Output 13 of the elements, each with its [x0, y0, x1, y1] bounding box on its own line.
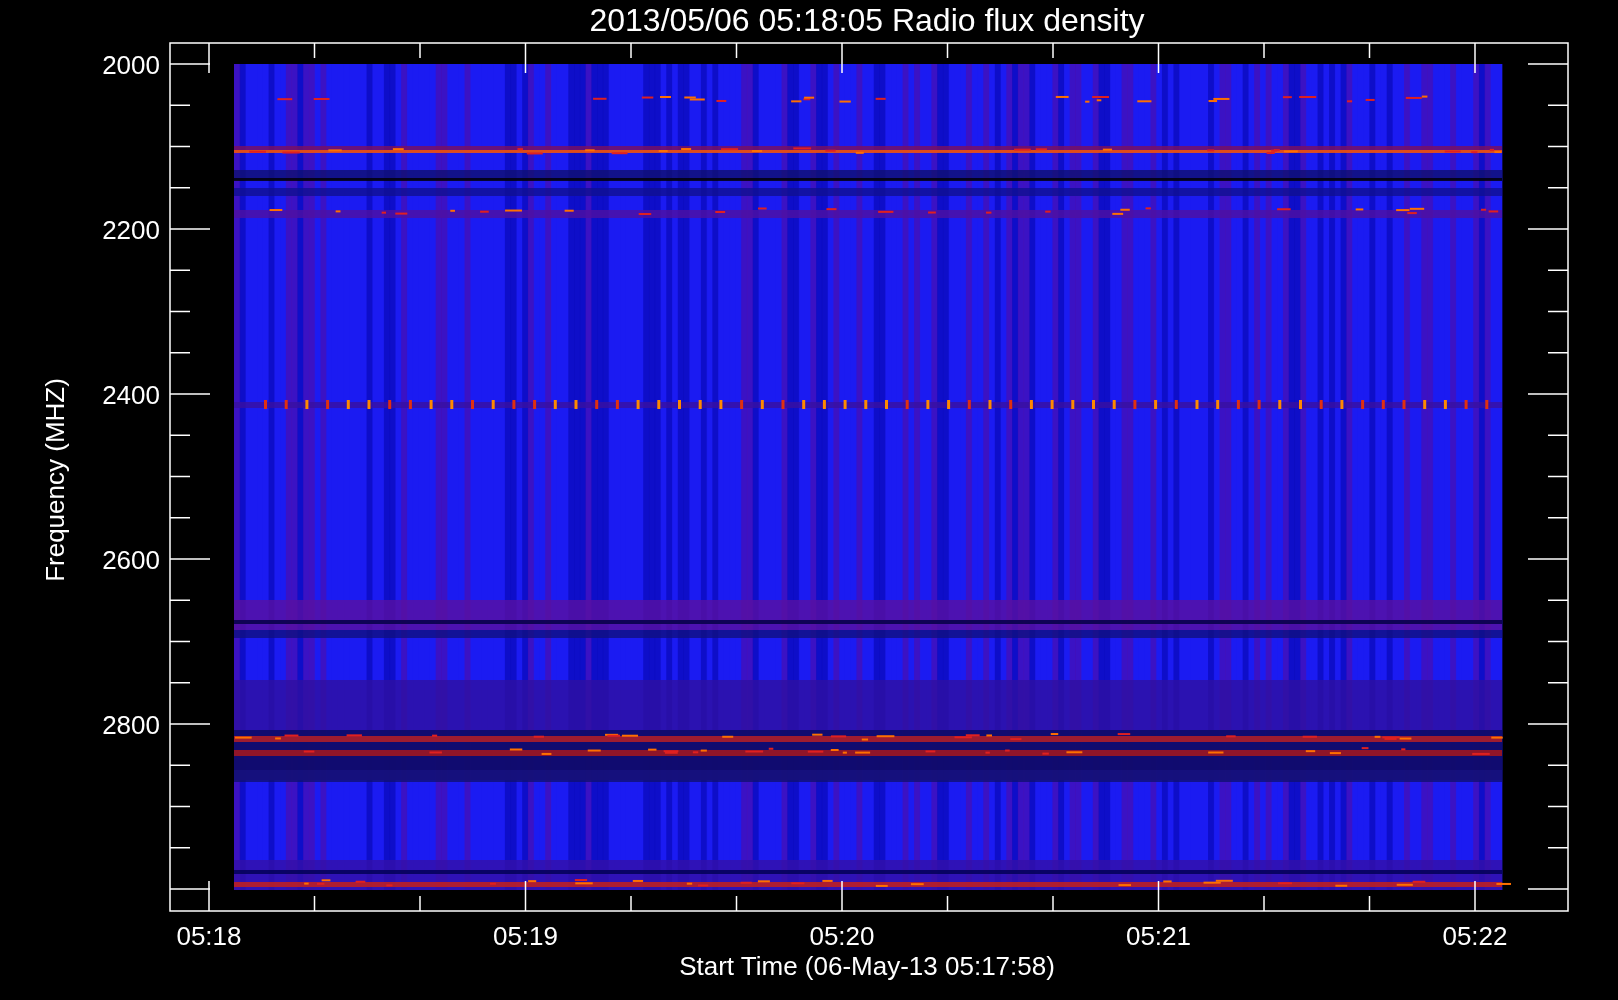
tick-label: 2000 — [102, 50, 160, 80]
axis-title: Start Time (06-May-13 05:17:58) — [679, 951, 1055, 981]
tick-label: 2400 — [102, 380, 160, 410]
tick-label: 2200 — [102, 215, 160, 245]
chart-title: 2013/05/06 05:18:05 Radio flux density — [589, 2, 1145, 38]
tick-label: 05:18 — [176, 921, 242, 951]
tick-label: 05:21 — [1125, 921, 1192, 951]
tick-label: 05:19 — [492, 921, 559, 951]
tick-label: 2600 — [102, 545, 160, 575]
axis-title: Frequency (MHZ) — [40, 378, 70, 582]
tick-label: 2800 — [102, 710, 160, 740]
tick-label: 05:20 — [809, 921, 875, 951]
tick-label: 05:22 — [1442, 921, 1508, 951]
